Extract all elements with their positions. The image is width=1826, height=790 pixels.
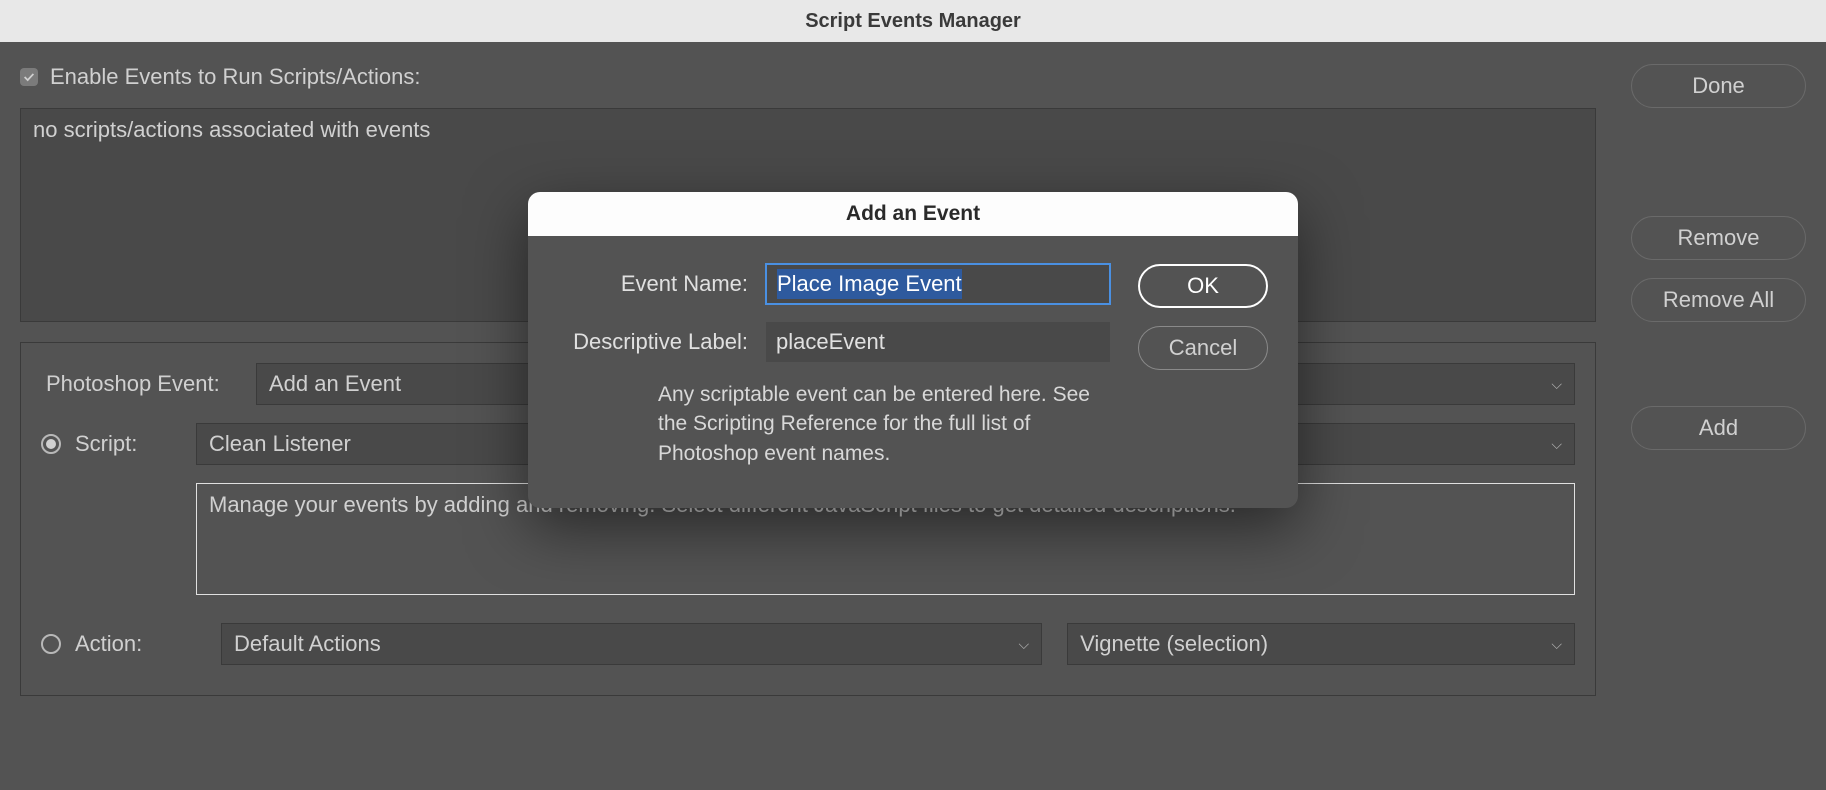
modal-buttons: OK Cancel	[1138, 264, 1268, 468]
event-name-value: Place Image Event	[777, 269, 962, 299]
modal-form: Event Name: Place Image Event Descriptiv…	[558, 264, 1110, 468]
modal-overlay: Add an Event Event Name: Place Image Eve…	[0, 0, 1826, 790]
modal-title-text: Add an Event	[846, 202, 980, 226]
event-name-row: Event Name: Place Image Event	[558, 264, 1110, 304]
descriptive-label-row: Descriptive Label: placeEvent	[558, 322, 1110, 362]
descriptive-label-value: placeEvent	[776, 329, 885, 355]
ok-button[interactable]: OK	[1138, 264, 1268, 308]
modal-help-text: Any scriptable event can be entered here…	[658, 380, 1110, 468]
event-name-input[interactable]: Place Image Event	[766, 264, 1110, 304]
add-event-modal: Add an Event Event Name: Place Image Eve…	[528, 192, 1298, 508]
event-name-label: Event Name:	[558, 271, 748, 297]
modal-titlebar: Add an Event	[528, 192, 1298, 236]
descriptive-label-input[interactable]: placeEvent	[766, 322, 1110, 362]
cancel-button[interactable]: Cancel	[1138, 326, 1268, 370]
descriptive-label-label: Descriptive Label:	[558, 329, 748, 355]
modal-body: Event Name: Place Image Event Descriptiv…	[528, 236, 1298, 508]
